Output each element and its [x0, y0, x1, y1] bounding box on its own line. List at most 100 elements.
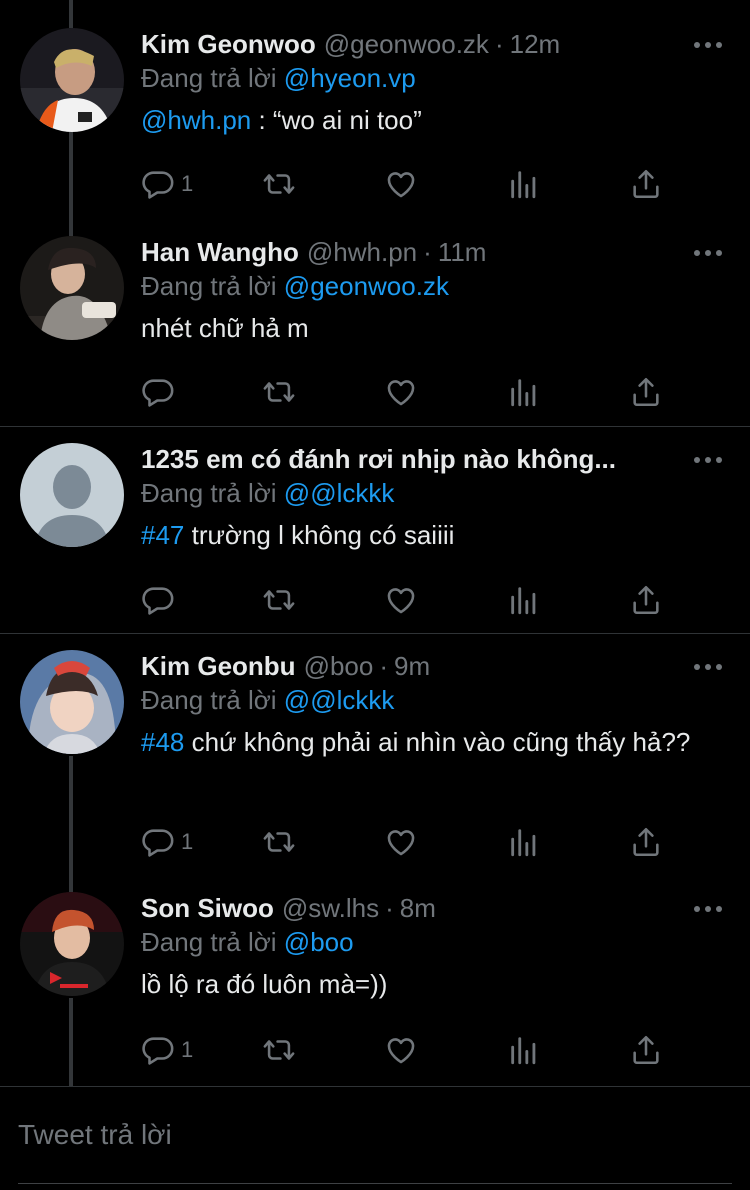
- tweet-text: @hwh.pn : “wo ai ni too”: [141, 102, 730, 138]
- replying-to: Đang trả lời @@lckkk: [141, 684, 730, 716]
- timestamp[interactable]: 9m: [394, 650, 430, 682]
- author-name[interactable]: Kim Geonbu: [141, 650, 296, 682]
- timestamp[interactable]: 12m: [510, 28, 561, 60]
- separator: ·: [379, 651, 389, 681]
- like-button[interactable]: [384, 375, 418, 409]
- avatar[interactable]: [20, 650, 124, 754]
- tweet-text-content: chứ không phải ai nhìn vào cũng thấy hả?…: [184, 727, 691, 757]
- reply-icon: [141, 583, 175, 617]
- share-icon: [629, 583, 663, 617]
- reply-button[interactable]: [141, 375, 181, 409]
- author-name[interactable]: Kim Geonwoo: [141, 28, 316, 60]
- hashtag-link[interactable]: #48: [141, 727, 184, 757]
- author-handle[interactable]: @sw.lhs: [282, 892, 379, 924]
- like-button[interactable]: [384, 167, 418, 201]
- replying-to-handle[interactable]: @@lckkk: [284, 478, 395, 508]
- tweet-han-wangho[interactable]: Han Wangho @hwh.pn · 11m Đang trả lời @g…: [0, 224, 750, 426]
- more-icon[interactable]: [694, 904, 722, 914]
- analytics-button[interactable]: [507, 1033, 541, 1067]
- analytics-button[interactable]: [507, 375, 541, 409]
- author-name[interactable]: Son Siwoo: [141, 892, 274, 924]
- retweet-button[interactable]: [261, 583, 297, 617]
- share-button[interactable]: [629, 375, 663, 409]
- reply-count: 1: [181, 1037, 194, 1062]
- mention-link[interactable]: @hwh.pn: [141, 105, 251, 135]
- like-button[interactable]: [384, 1033, 418, 1067]
- reply-button[interactable]: 1: [141, 825, 193, 859]
- retweet-button[interactable]: [261, 167, 297, 201]
- share-icon: [629, 1033, 663, 1067]
- author-handle[interactable]: @boo: [304, 650, 374, 682]
- timestamp[interactable]: 8m: [400, 892, 436, 924]
- tweet-kim-geonwoo[interactable]: Kim Geonwoo @geonwoo.zk · 12m Đang trả l…: [0, 0, 750, 224]
- reply-button[interactable]: 1: [141, 1033, 193, 1067]
- more-icon[interactable]: [694, 455, 722, 465]
- retweet-icon: [261, 1033, 297, 1067]
- replying-to-handle[interactable]: @hyeon.vp: [284, 63, 416, 93]
- like-icon: [384, 167, 418, 201]
- tweet-actions: 1: [141, 167, 681, 201]
- more-icon[interactable]: [694, 40, 722, 50]
- like-button[interactable]: [384, 583, 418, 617]
- reply-count: 1: [181, 171, 194, 196]
- share-button[interactable]: [629, 167, 663, 201]
- share-button[interactable]: [629, 583, 663, 617]
- analytics-button[interactable]: [507, 167, 541, 201]
- author-handle[interactable]: @hwh.pn: [307, 236, 417, 268]
- default-avatar[interactable]: [20, 443, 124, 547]
- replying-to: Đang trả lời @boo: [141, 926, 730, 958]
- analytics-icon: [507, 583, 541, 617]
- like-icon: [384, 375, 418, 409]
- more-icon[interactable]: [694, 248, 722, 258]
- tweet-kim-geonbu[interactable]: Kim Geonbu @boo · 9m Đang trả lời @@lckk…: [0, 634, 750, 874]
- tweet-header: Son Siwoo @sw.lhs · 8m: [141, 892, 730, 924]
- tweet-text: #48 chứ không phải ai nhìn vào cũng thấy…: [141, 724, 701, 760]
- reply-compose-box[interactable]: Tweet trả lời: [0, 1086, 750, 1190]
- avatar[interactable]: [20, 236, 124, 340]
- like-button[interactable]: [384, 825, 418, 859]
- tweet-son-siwoo[interactable]: Son Siwoo @sw.lhs · 8m Đang trả lời @boo…: [0, 874, 750, 1086]
- author-handle[interactable]: @geonwoo.zk: [324, 28, 489, 60]
- replying-to: Đang trả lời @@lckkk: [141, 477, 730, 509]
- tweet-header: Kim Geonwoo @geonwoo.zk · 12m: [141, 28, 730, 60]
- share-button[interactable]: [629, 1033, 663, 1067]
- tweet-text-content: : “wo ai ni too”: [251, 105, 422, 135]
- retweet-button[interactable]: [261, 375, 297, 409]
- tweet-text-content: trường l không có saiiii: [184, 520, 455, 550]
- tweet-text: #47 trường l không có saiiii: [141, 517, 730, 553]
- separator: ·: [494, 29, 504, 59]
- retweet-button[interactable]: [261, 1033, 297, 1067]
- like-icon: [384, 583, 418, 617]
- reply-input[interactable]: Tweet trả lời: [18, 1119, 172, 1151]
- tweet-actions: 1: [141, 1033, 681, 1067]
- avatar[interactable]: [20, 28, 124, 132]
- replying-to-handle[interactable]: @boo: [284, 927, 354, 957]
- avatar[interactable]: [20, 892, 124, 996]
- reply-button[interactable]: 1: [141, 167, 193, 201]
- analytics-button[interactable]: [507, 583, 541, 617]
- retweet-icon: [261, 583, 297, 617]
- replying-to-handle[interactable]: @@lckkk: [284, 685, 395, 715]
- share-icon: [629, 167, 663, 201]
- retweet-button[interactable]: [261, 825, 297, 859]
- analytics-button[interactable]: [507, 825, 541, 859]
- author-name[interactable]: Han Wangho: [141, 236, 299, 268]
- reply-button[interactable]: [141, 583, 181, 617]
- hashtag-link[interactable]: #47: [141, 520, 184, 550]
- tweet-deleted-account[interactable]: 1235 em có đánh rơi nhịp nào không... Đa…: [0, 427, 750, 633]
- replying-to-label: Đang trả lời: [141, 478, 277, 508]
- timestamp[interactable]: 11m: [438, 236, 487, 268]
- tweet-header: Kim Geonbu @boo · 9m: [141, 650, 730, 682]
- reply-count: 1: [181, 829, 194, 854]
- share-icon: [629, 375, 663, 409]
- replying-to-label: Đang trả lời: [141, 927, 277, 957]
- replying-to-label: Đang trả lời: [141, 685, 277, 715]
- replying-to-handle[interactable]: @geonwoo.zk: [284, 271, 449, 301]
- retweet-icon: [261, 167, 297, 201]
- author-name[interactable]: 1235 em có đánh rơi nhịp nào không...: [141, 443, 616, 475]
- share-button[interactable]: [629, 825, 663, 859]
- more-icon[interactable]: [694, 662, 722, 672]
- analytics-icon: [507, 167, 541, 201]
- tweet-text: lồ lộ ra đó luôn mà=)): [141, 969, 388, 999]
- analytics-icon: [507, 825, 541, 859]
